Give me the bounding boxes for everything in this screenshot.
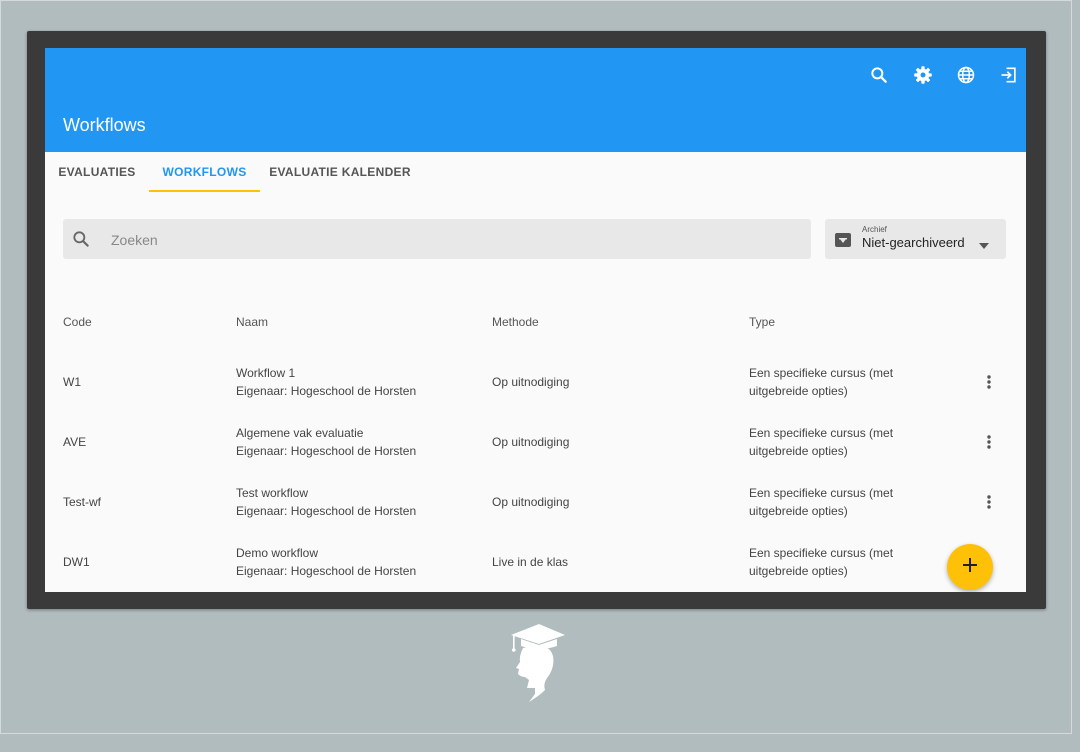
logout-icon[interactable] (995, 61, 1023, 89)
app-bar: Workflows (45, 48, 1026, 152)
row-type-cont: uitgebreide opties) (749, 564, 848, 578)
row-name: Algemene vak evaluatie (236, 426, 364, 440)
tab-evaluatie-kalender[interactable]: EVALUATIE KALENDER (265, 152, 415, 192)
column-header-type: Type (749, 315, 776, 329)
page-title: Workflows (63, 115, 146, 135)
row-type: Een specifieke cursus (met (749, 426, 894, 440)
archive-filter-label: Archief (862, 225, 887, 234)
tab-evaluaties[interactable]: EVALUATIES (45, 152, 149, 192)
row-code: AVE (63, 435, 87, 449)
globe-icon[interactable] (952, 61, 980, 89)
row-owner: Eigenaar: Hogeschool de Horsten (236, 444, 417, 458)
tab-workflows[interactable]: WORKFLOWS (149, 152, 260, 192)
tab-bar: EVALUATIES WORKFLOWS EVALUATIE KALENDER (45, 152, 1026, 192)
add-workflow-button[interactable] (947, 544, 993, 590)
row-type: Een specifieke cursus (met (749, 546, 894, 560)
column-header-methode: Methode (492, 315, 539, 329)
row-code: W1 (63, 375, 81, 389)
row-method: Op uitnodiging (492, 375, 570, 389)
row-code: Test-wf (63, 495, 102, 509)
row-code: DW1 (63, 555, 90, 569)
search-icon (71, 229, 91, 254)
row-method: Op uitnodiging (492, 435, 570, 449)
app-screen: Workflows EVALUATIES WORKFLOWS EVALUATIE… (45, 48, 1026, 592)
row-name: Workflow 1 (236, 366, 296, 380)
row-type-cont: uitgebreide opties) (749, 504, 848, 518)
row-method: Op uitnodiging (492, 495, 570, 509)
search-bar (63, 219, 811, 261)
archive-filter-value: Niet-gearchiveerd (862, 235, 965, 250)
row-owner: Eigenaar: Hogeschool de Horsten (236, 384, 417, 398)
row-owner: Eigenaar: Hogeschool de Horsten (236, 504, 417, 518)
more-options-icon[interactable] (977, 490, 1001, 514)
more-options-icon[interactable] (977, 430, 1001, 454)
search-icon[interactable] (865, 61, 893, 89)
graduate-silhouette-logo (505, 622, 567, 709)
row-type: Een specifieke cursus (met (749, 486, 894, 500)
row-owner: Eigenaar: Hogeschool de Horsten (236, 564, 417, 578)
row-name: Demo workflow (236, 546, 319, 560)
row-name: Test workflow (236, 486, 309, 500)
more-options-icon[interactable] (977, 370, 1001, 394)
active-tab-indicator (149, 190, 260, 192)
column-header-naam: Naam (236, 315, 269, 329)
row-method: Live in de klas (492, 555, 569, 569)
gear-icon[interactable] (909, 61, 937, 89)
column-header-code: Code (63, 315, 92, 329)
search-input[interactable] (109, 219, 803, 261)
archive-filter-select[interactable]: Archief Niet-gearchiveerd (825, 219, 1006, 259)
row-type: Een specifieke cursus (met (749, 366, 894, 380)
plus-icon (963, 557, 977, 577)
row-type-cont: uitgebreide opties) (749, 384, 848, 398)
row-type-cont: uitgebreide opties) (749, 444, 848, 458)
chevron-down-icon (979, 236, 989, 254)
archive-icon (835, 233, 851, 252)
